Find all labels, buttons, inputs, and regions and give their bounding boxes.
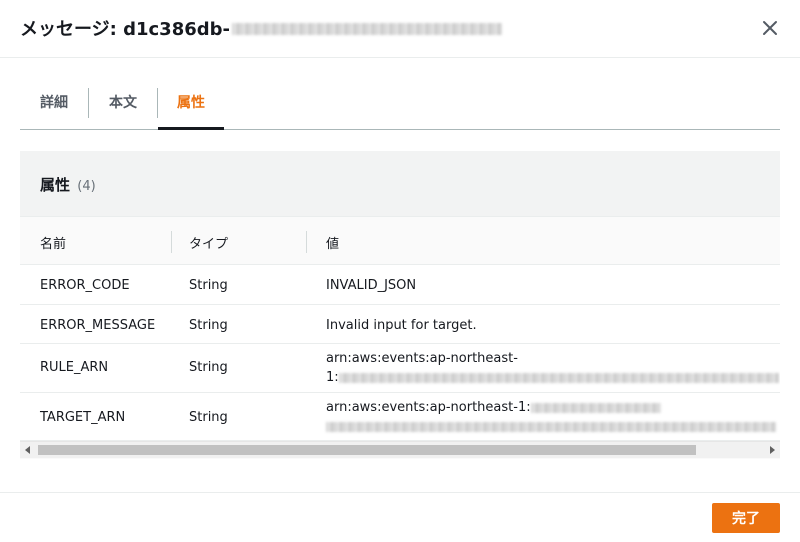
redacted-message-id (232, 22, 502, 35)
attributes-table-body: ERROR_CODE String INVALID_JSON ERROR_MES… (20, 265, 780, 441)
attributes-panel: 属性 (4) 名前 タイプ 値 ERROR_CODE String INVALI… (20, 151, 780, 459)
attributes-table-header: 名前 タイプ 値 (20, 217, 780, 265)
close-icon (763, 21, 777, 35)
table-row: ERROR_MESSAGE String Invalid input for t… (20, 305, 780, 344)
column-header-type[interactable]: タイプ (189, 233, 228, 252)
scrollbar-thumb[interactable] (38, 445, 696, 455)
attribute-name: ERROR_CODE (40, 278, 130, 293)
attributes-title-text: 属性 (40, 176, 71, 194)
attribute-value-prefix: 1: (326, 370, 339, 385)
close-button[interactable] (758, 16, 782, 40)
table-row: TARGET_ARN String arn:aws:events:ap-nort… (20, 393, 780, 441)
message-modal: メッセージ: d1c386db- 詳細 本文 属性 属性 (4) 名前 タイプ … (0, 0, 800, 542)
column-divider[interactable] (171, 231, 172, 253)
attribute-name: ERROR_MESSAGE (40, 318, 156, 333)
attributes-panel-header: 属性 (4) (20, 151, 780, 217)
attribute-value: arn:aws:events:ap-northeast-1: (326, 398, 780, 436)
table-row: ERROR_CODE String INVALID_JSON (20, 265, 780, 305)
modal-header: メッセージ: d1c386db- (0, 0, 800, 58)
attribute-value-line: arn:aws:events:ap-northeast- (326, 351, 518, 366)
redacted-arn (530, 402, 661, 413)
attribute-type: String (189, 410, 228, 425)
scroll-right-button[interactable] (764, 442, 780, 458)
attribute-type: String (189, 360, 228, 375)
column-header-name[interactable]: 名前 (40, 233, 66, 252)
redacted-arn (338, 372, 779, 383)
scroll-left-button[interactable] (20, 442, 36, 458)
modal-footer: 完了 (0, 492, 800, 542)
attribute-name: TARGET_ARN (40, 410, 126, 425)
redacted-arn (326, 421, 776, 432)
column-header-value[interactable]: 値 (326, 233, 339, 252)
attribute-value: arn:aws:events:ap-northeast- 1: (326, 349, 780, 387)
attribute-name: RULE_ARN (40, 360, 109, 375)
attribute-value: INVALID_JSON (326, 278, 417, 293)
attribute-value-line: arn:aws:events:ap-northeast-1: (326, 398, 780, 417)
column-divider[interactable] (306, 231, 307, 253)
table-row: RULE_ARN String arn:aws:events:ap-northe… (20, 344, 780, 393)
tab-attributes[interactable]: 属性 (158, 82, 224, 130)
attributes-title: 属性 (4) (40, 174, 96, 195)
tab-details[interactable]: 詳細 (20, 82, 88, 129)
caret-right-icon (770, 446, 775, 454)
attribute-type: String (189, 278, 228, 293)
attribute-value: Invalid input for target. (326, 318, 477, 333)
caret-left-icon (25, 446, 30, 454)
tab-body[interactable]: 本文 (89, 82, 157, 129)
attribute-value-line (326, 417, 780, 436)
attributes-count: (4) (77, 179, 96, 194)
done-button[interactable]: 完了 (712, 503, 780, 533)
attribute-value-prefix: arn:aws:events:ap-northeast-1: (326, 400, 531, 415)
attribute-type: String (189, 318, 228, 333)
modal-title: メッセージ: d1c386db- (20, 15, 502, 41)
horizontal-scrollbar[interactable] (20, 441, 780, 458)
modal-title-text: メッセージ: d1c386db- (20, 19, 230, 40)
tab-bar: 詳細 本文 属性 (20, 82, 780, 130)
attribute-value-line: 1: (326, 368, 780, 387)
